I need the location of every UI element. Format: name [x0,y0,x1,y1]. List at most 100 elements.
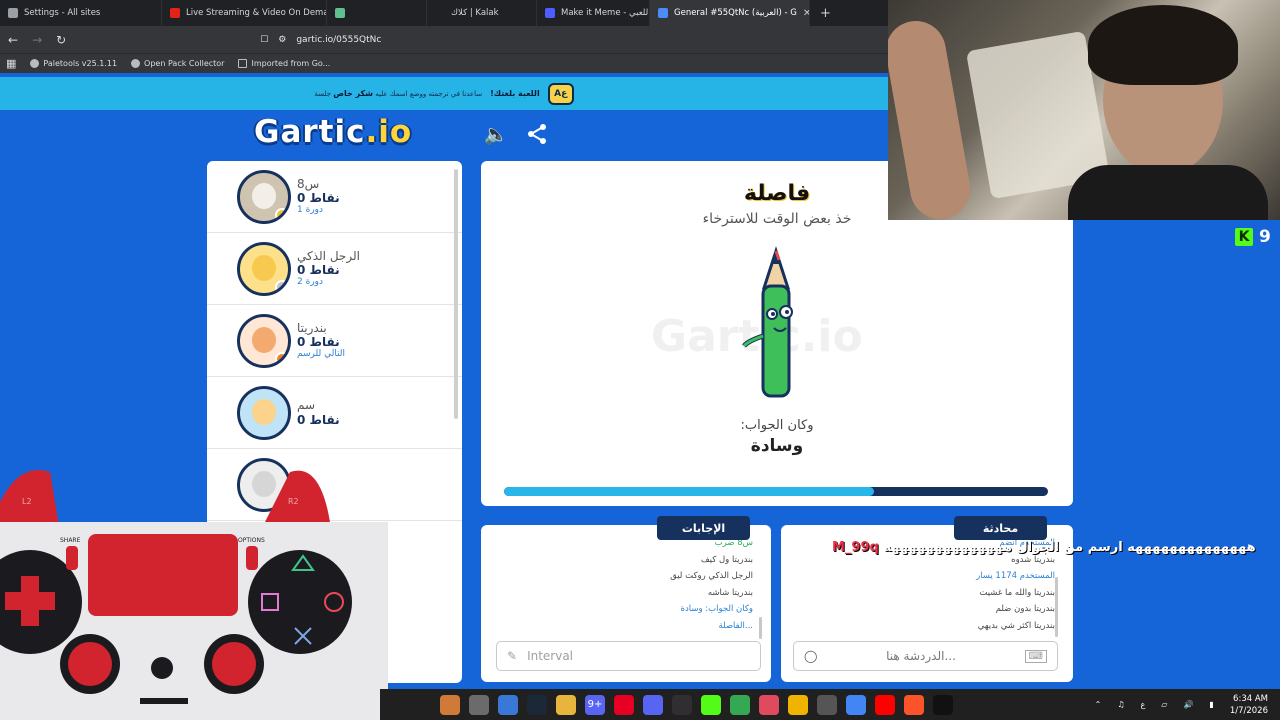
round-progress-bar [504,487,1048,496]
browser-tab[interactable]: Make it Meme - دعوة للعبي [537,0,650,26]
settings-icon[interactable] [817,694,837,715]
chrome-canary-icon[interactable] [788,694,808,715]
discord-icon[interactable]: 9+ [585,694,605,715]
apps-grid-icon[interactable]: ▦ [6,57,16,70]
banner-cta[interactable]: !اللعبة بلغتك [490,89,540,98]
app-icon [335,8,345,18]
windows-store-icon[interactable] [498,694,518,715]
language-indicator[interactable]: ع [1141,700,1146,709]
answers-list: س8 ضرب بندريتا ول كيف الرجل الذكي روكت ليق… [670,535,753,634]
bookmark-open-pack[interactable]: Open Pack Collector [131,59,224,68]
avatar-face-icon [252,326,276,353]
clock-date: 1/7/2026 [1229,705,1268,716]
battery-icon[interactable]: ▮ [1209,700,1213,709]
kick-icon[interactable] [701,694,721,715]
youtube-icon[interactable] [875,694,895,715]
tab-title: Live Streaming & Video On Demand [186,8,327,18]
gartic-logo[interactable]: Gartic.io [254,114,412,150]
player-status-dot [275,207,288,221]
tab-title: كلاك | Kalak [451,8,499,18]
media-icon[interactable] [759,694,779,715]
close-tab-icon[interactable]: ✕ [803,8,809,19]
browser-tab[interactable]: General #55QtNc (العربية) - G ✕ [650,0,810,26]
player-row: بندريتا 0 نقاط التالي للرسم [207,305,462,377]
translation-banner[interactable]: ساعدنا في ترجمته ووضع اسمك عليه شكر خاص … [0,77,888,110]
files-icon[interactable] [469,694,489,715]
keyboard-icon[interactable]: ⌨ [1024,649,1047,663]
cat-icon[interactable] [440,694,460,715]
brave-icon[interactable] [904,694,924,715]
volume-icon[interactable]: 🔊 [1183,700,1193,709]
windows-taskbar: 9+ ⌃ ♫ ع ▱ 🔊 ▮ 6:34 AM 1/7/2026 [380,689,1280,720]
player-avatar[interactable] [237,169,291,224]
answer-input[interactable]: ✎ Interval [496,641,761,671]
player-avatar[interactable] [237,241,291,296]
viewer-count: 9 [1259,227,1271,247]
chat-message: بندريتا اكثر شي بديهي [977,620,1055,631]
obs-icon[interactable] [672,694,692,715]
answers-scrollbar[interactable] [759,617,762,639]
chrome-icon-2[interactable] [846,694,866,715]
clock-time: 6:34 AM [1233,693,1268,704]
player-score-label: نقاط [309,335,340,350]
microphone-icon[interactable]: ♫ [1117,700,1124,709]
new-tab-button[interactable]: + [810,6,841,21]
player-score-value: 0 [297,263,306,278]
forward-icon[interactable]: → [32,33,42,47]
pencil-mascot-icon [742,246,793,398]
chat-scrollbar[interactable] [1055,577,1058,637]
player-name: الرجل الذكي [297,248,360,263]
player-status-dot [275,351,288,365]
answer-entry: الفاصلة... [718,620,753,631]
url-text[interactable]: gartic.io/0555QtNc [296,35,381,45]
steam-icon[interactable] [527,694,547,715]
capcut-icon[interactable] [933,694,953,715]
stream-chat-overlay: M_99q ههههههههههههههه ارسم من الجوال ههه… [832,540,1280,555]
player-score: 0 نقاط [297,413,340,427]
answer-entry: الرجل الذكي روكت ليق [670,571,753,581]
player-row: الرجل الذكي 0 نقاط دورة 2 [207,233,462,305]
gamepad-overlay-icon: SHARE OPTIONS L2 R2 [0,470,388,720]
bookmarks-bar: ▦ Paletools v25.1.11 Open Pack Collector… [0,53,888,73]
bookmark-paletools[interactable]: Paletools v25.1.11 [30,59,117,68]
chevron-up-icon[interactable]: ⌃ [1095,700,1102,709]
sound-icon[interactable]: 🔈 [484,122,509,146]
stream-chat-user: M_99q [832,540,879,555]
webcam-shirt [1068,165,1268,220]
player-score-label: نقاط [309,191,340,206]
player-info: سم 0 نقاط [297,398,340,427]
system-clock[interactable]: 6:34 AM 1/7/2026 [1230,693,1268,717]
kick-viewer-badge: K 9 [1235,227,1271,247]
browser-tab[interactable] [327,0,427,26]
tab-chat[interactable]: محادثة [954,516,1047,540]
tab-answers[interactable]: الإجابات [657,516,750,540]
reload-icon[interactable]: ↻ [56,33,66,47]
player-avatar[interactable] [237,313,291,368]
folder-icon[interactable] [556,694,576,715]
video-icon [170,8,180,18]
browser-nav-bar: ← → ↻ ☐ ⚙ gartic.io/0555QtNc [0,26,888,53]
player-avatar[interactable] [237,385,291,440]
chat-input[interactable]: ⌨ الدردشة هنا... ◯ [793,641,1058,671]
share-icon[interactable] [525,122,549,146]
browser-tab[interactable]: Settings - All sites [0,0,162,26]
chrome-icon[interactable] [730,694,750,715]
address-bar[interactable]: ☐ ⚙ gartic.io/0555QtNc [260,35,381,45]
players-scrollbar[interactable] [454,169,458,419]
back-icon[interactable]: ← [8,33,18,47]
kick-logo-icon: K [1235,228,1253,246]
tab-title: Settings - All sites [24,8,101,18]
browser-tab[interactable]: كلاك | Kalak [427,0,537,26]
site-info-icon[interactable]: ⚙ [278,35,286,45]
bookmark-star-icon[interactable]: ☐ [260,35,268,45]
answer-label: :وكان الجواب [740,418,814,433]
chat-bubble-icon: ◯ [804,649,818,663]
system-tray: ⌃ ♫ ع ▱ 🔊 ▮ 6:34 AM 1/7/2026 [1095,693,1280,717]
browser-tab[interactable]: Live Streaming & Video On Demand [162,0,327,26]
bookmark-imported[interactable]: Imported from Go... [238,59,330,68]
discord-icon-2[interactable] [643,694,663,715]
answers-panel: س8 ضرب بندريتا ول كيف الرجل الذكي روكت ليق… [481,525,771,682]
player-name: س8 [297,176,320,191]
network-icon[interactable]: ▱ [1161,700,1167,709]
pinterest-icon[interactable] [614,694,634,715]
